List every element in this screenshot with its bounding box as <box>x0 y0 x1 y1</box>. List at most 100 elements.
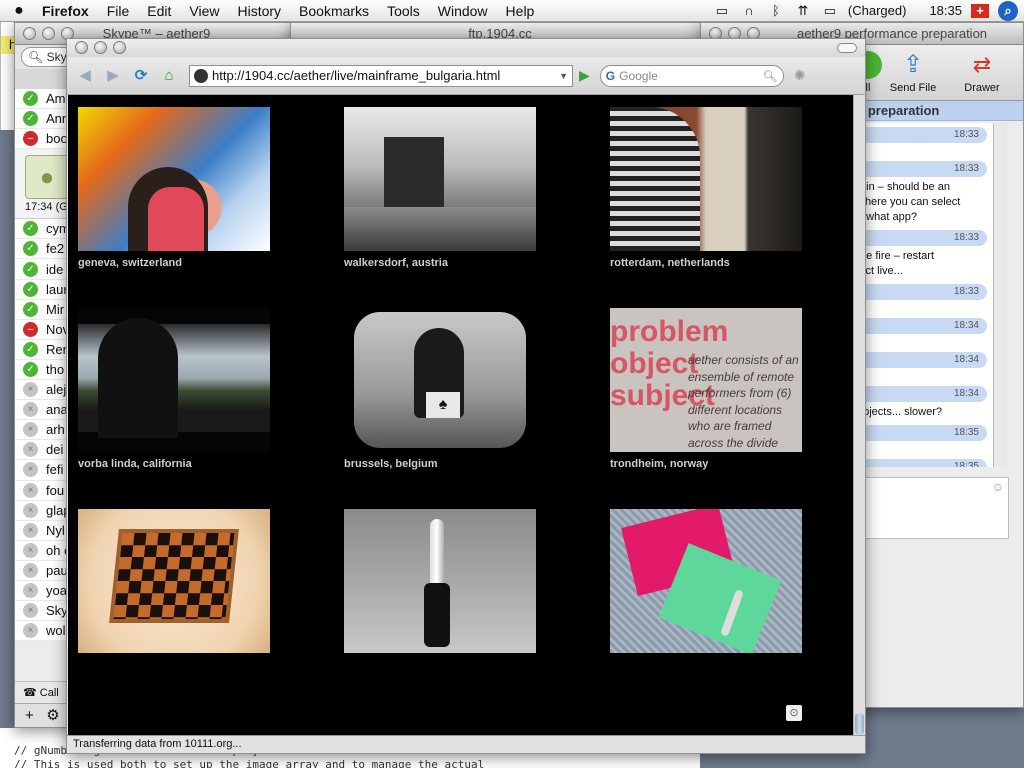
zoom-button[interactable] <box>113 41 126 54</box>
offline-status-icon: × <box>23 562 38 578</box>
clock[interactable]: 18:35 <box>929 3 962 18</box>
emoticon-icon[interactable]: ☺ <box>992 480 1004 494</box>
tile-caption: vorba linda, california <box>78 458 192 470</box>
menu-bookmarks[interactable]: Bookmarks <box>290 0 378 22</box>
forward-arrow-icon[interactable]: ▶ <box>101 64 125 88</box>
firefox-titlebar <box>67 39 865 57</box>
avatar[interactable]: ● <box>25 155 69 200</box>
contact-name: Mir <box>46 301 65 317</box>
firefox-toolbar: ◀ ▶ ⟳ ⌂ http://1904.cc/aether/live/mainf… <box>67 57 865 95</box>
webcam-image <box>344 107 536 251</box>
tile-caption: trondheim, norway <box>610 458 709 470</box>
offline-status-icon: × <box>23 502 38 518</box>
webcam-tile[interactable] <box>344 509 536 659</box>
tile-caption: brussels, belgium <box>344 458 438 470</box>
search-icon: 🔍︎ <box>762 68 778 83</box>
menu-tools[interactable]: Tools <box>378 0 429 22</box>
scrollbar-thumb[interactable] <box>855 713 864 735</box>
online-status-icon: ✓ <box>23 341 38 357</box>
battery-icon[interactable]: ▭ <box>821 3 839 18</box>
back-arrow-icon[interactable]: ◀ <box>73 64 97 88</box>
webcam-tile[interactable]: vorba linda, california <box>78 308 270 470</box>
app-menu[interactable]: Firefox <box>38 0 98 22</box>
menu-edit[interactable]: Edit <box>138 0 180 22</box>
close-button[interactable] <box>75 41 88 54</box>
contact-name: Sky <box>46 603 68 619</box>
menu-help[interactable]: Help <box>497 0 544 22</box>
spotlight-icon[interactable]: ⌕ <box>998 0 1018 21</box>
chat-scrollbar[interactable] <box>993 123 1007 467</box>
headphones-icon[interactable]: ∩ <box>740 3 758 18</box>
page-scrollbar[interactable] <box>853 95 865 737</box>
search-bar[interactable]: G Google 🔍︎ <box>599 64 784 87</box>
online-status-icon: ✓ <box>23 301 38 317</box>
menu-view[interactable]: View <box>180 0 228 22</box>
add-contact-icon[interactable]: + <box>25 707 34 724</box>
webcam-tile[interactable]: geneva, switzerland <box>78 107 270 269</box>
menu-window[interactable]: Window <box>429 0 497 22</box>
message-timestamp: 18:33 <box>857 161 987 177</box>
contact-name: yoa <box>46 583 67 599</box>
online-status-icon: ✓ <box>23 361 38 377</box>
gear-icon[interactable]: ⚙ <box>46 707 59 724</box>
webcam-tile[interactable] <box>610 509 802 659</box>
message-timestamp: 18:35 <box>857 425 987 441</box>
toolbar-toggle-button[interactable] <box>837 43 857 53</box>
spade-icon: ♠ <box>426 392 460 418</box>
message-timestamp: 18:33 <box>857 127 987 143</box>
tile-caption: rotterdam, netherlands <box>610 257 730 269</box>
message-text: objects... slower? <box>857 406 942 418</box>
chat-message-input[interactable]: ☺ <box>851 477 1009 539</box>
apple-menu-icon[interactable]: ● <box>0 2 38 20</box>
menu-file[interactable]: File <box>98 0 139 22</box>
network-icon[interactable]: ⇈ <box>794 3 812 18</box>
webcam-tile[interactable]: rotterdam, netherlands <box>610 107 802 269</box>
webpage-content: geneva, switzerland walkersdorf, austria… <box>68 95 856 737</box>
battery-status[interactable]: (Charged) <box>848 3 907 18</box>
code-line: // This is used both to set up the image… <box>14 758 485 768</box>
resize-handle-icon[interactable]: ⊙ <box>786 705 802 721</box>
contact-name: arh <box>46 422 65 438</box>
menu-history[interactable]: History <box>228 0 290 22</box>
minimize-button[interactable] <box>42 27 55 40</box>
chessboard-shape <box>109 529 239 623</box>
go-icon[interactable]: ▶ <box>579 67 590 84</box>
offline-status-icon: × <box>23 522 38 538</box>
message-timestamp: 18:33 <box>857 284 987 300</box>
url-bar[interactable]: http://1904.cc/aether/live/mainframe_bul… <box>189 64 573 87</box>
dnd-status-icon: – <box>23 321 38 337</box>
display-icon[interactable]: ▭ <box>713 3 731 18</box>
tile-caption: geneva, switzerland <box>78 257 182 269</box>
minimize-button[interactable] <box>94 41 107 54</box>
contact-name: ide <box>46 261 64 277</box>
online-status-icon: ✓ <box>23 261 38 277</box>
search-icon: 🔍︎ <box>28 50 44 64</box>
webcam-tile[interactable]: problem object subject aether consists o… <box>610 308 802 470</box>
webcam-tile[interactable]: walkersdorf, austria <box>344 107 536 269</box>
home-icon[interactable]: ⌂ <box>157 64 181 88</box>
input-source-flag-icon[interactable]: + <box>971 3 989 18</box>
drawer-button[interactable]: ⇄ Drawer <box>957 51 1007 94</box>
contact-name: laur <box>46 281 68 297</box>
contact-name: wol <box>46 623 66 639</box>
offline-status-icon: × <box>23 623 38 639</box>
webcam-tile[interactable]: ♠ brussels, belgium <box>344 308 536 470</box>
tile-caption: walkersdorf, austria <box>344 257 448 269</box>
message-timestamp: 18:34 <box>857 386 987 402</box>
webcam-tile[interactable] <box>78 509 270 659</box>
contact-name: fe2 <box>46 241 65 257</box>
bluetooth-icon[interactable]: ᛒ <box>767 3 785 18</box>
message-timestamp: 18:34 <box>857 352 987 368</box>
reload-icon[interactable]: ⟳ <box>129 64 153 88</box>
close-button[interactable] <box>23 27 36 40</box>
message-timestamp: 18:33 <box>857 230 987 246</box>
firefox-window: ◀ ▶ ⟳ ⌂ http://1904.cc/aether/live/mainf… <box>66 38 866 754</box>
offline-status-icon: × <box>23 422 38 438</box>
webcam-image <box>344 509 536 653</box>
send-file-button[interactable]: ⇪ Send File <box>883 51 943 94</box>
contact-name: tho <box>46 361 65 377</box>
chevron-down-icon[interactable]: ▼ <box>559 71 568 81</box>
webcam-image <box>78 509 270 653</box>
